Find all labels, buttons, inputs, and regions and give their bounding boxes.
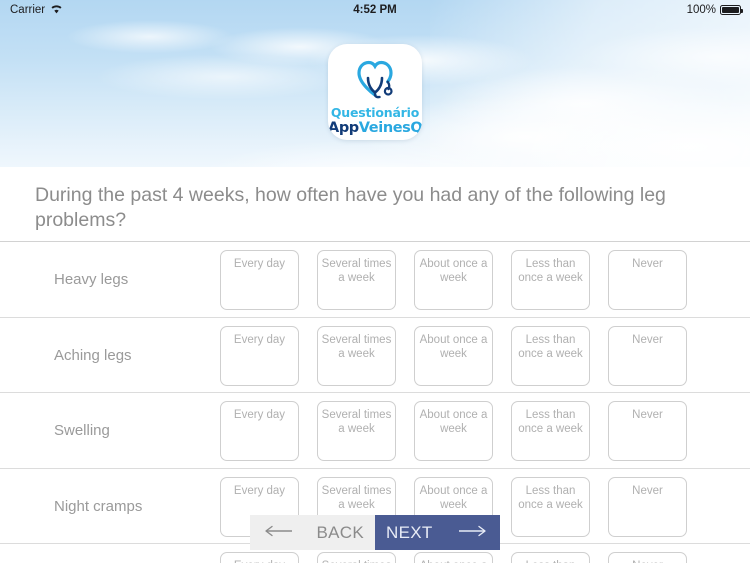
option-less-than-once-a-week[interactable]: Less than once a week <box>511 552 590 563</box>
option-group: Every day Several times a week About onc… <box>220 401 687 461</box>
next-button-label: NEXT <box>386 522 433 542</box>
option-every-day[interactable]: Every day <box>220 552 299 563</box>
option-group: Every day Several times a week About onc… <box>220 250 687 310</box>
back-button-label: BACK <box>316 522 364 542</box>
option-about-once-a-week[interactable]: About once a week <box>414 552 493 563</box>
battery-percent-label: 100% <box>686 4 716 16</box>
logo-word-app: App <box>328 119 359 136</box>
option-never[interactable]: Never <box>608 401 687 461</box>
option-group: Every day Several times a week About onc… <box>220 552 687 563</box>
logo-word-veinesqol: VeinesQOL <box>358 119 422 136</box>
option-never[interactable]: Never <box>608 250 687 310</box>
option-about-once-a-week[interactable]: About once a week <box>414 401 493 461</box>
option-group: Every day Several times a week About onc… <box>220 325 687 386</box>
option-less-than-once-a-week[interactable]: Less than once a week <box>511 250 590 310</box>
option-never[interactable]: Never <box>608 552 687 563</box>
option-several-times-a-week[interactable]: Several times a week <box>317 250 396 310</box>
status-bar-time: 4:52 PM <box>353 4 397 16</box>
option-never[interactable]: Never <box>608 476 687 537</box>
option-several-times-a-week[interactable]: Several times a week <box>317 401 396 461</box>
table-row: Heavy legs Every day Several times a wee… <box>0 241 750 317</box>
app-logo-text: Questionário AppVeinesQOL <box>328 105 422 136</box>
arrow-left-icon <box>264 524 294 542</box>
question-prompt: During the past 4 weeks, how often have … <box>35 184 666 231</box>
option-about-once-a-week[interactable]: About once a week <box>414 250 493 310</box>
app-logo-card: Questionário AppVeinesQOL <box>328 44 422 140</box>
option-every-day[interactable]: Every day <box>220 325 299 386</box>
row-label: Aching legs <box>54 346 132 364</box>
stethoscope-heart-icon <box>346 54 404 105</box>
option-every-day[interactable]: Every day <box>220 250 299 310</box>
option-every-day[interactable]: Every day <box>220 401 299 461</box>
arrow-right-icon <box>457 524 487 542</box>
logo-line-questionario: Questionário <box>330 105 420 120</box>
status-bar-right: 100% <box>686 4 743 16</box>
bottom-navigation-bar: BACK NEXT <box>250 515 500 550</box>
option-several-times-a-week[interactable]: Several times a week <box>317 325 396 386</box>
option-several-times-a-week[interactable]: Several times a week <box>317 552 396 563</box>
status-bar: Carrier 4:52 PM 100% <box>0 0 750 20</box>
option-never[interactable]: Never <box>608 325 687 386</box>
back-button[interactable]: BACK <box>250 515 375 550</box>
table-row: Aching legs Every day Several times a we… <box>0 316 750 393</box>
option-less-than-once-a-week[interactable]: Less than once a week <box>511 325 590 386</box>
table-row: Swelling Every day Several times a week … <box>0 392 750 468</box>
sky-cloud-wash <box>430 0 750 167</box>
row-label: Heavy legs <box>54 271 129 289</box>
app-screen: Carrier 4:52 PM 100% Questionário AppVei… <box>0 0 750 563</box>
next-button[interactable]: NEXT <box>375 515 500 550</box>
option-less-than-once-a-week[interactable]: Less than once a week <box>511 476 590 537</box>
option-less-than-once-a-week[interactable]: Less than once a week <box>511 401 590 461</box>
option-about-once-a-week[interactable]: About once a week <box>414 325 493 386</box>
battery-full-icon <box>720 5 743 15</box>
row-label: Night cramps <box>54 497 143 515</box>
row-label: Swelling <box>54 422 110 440</box>
